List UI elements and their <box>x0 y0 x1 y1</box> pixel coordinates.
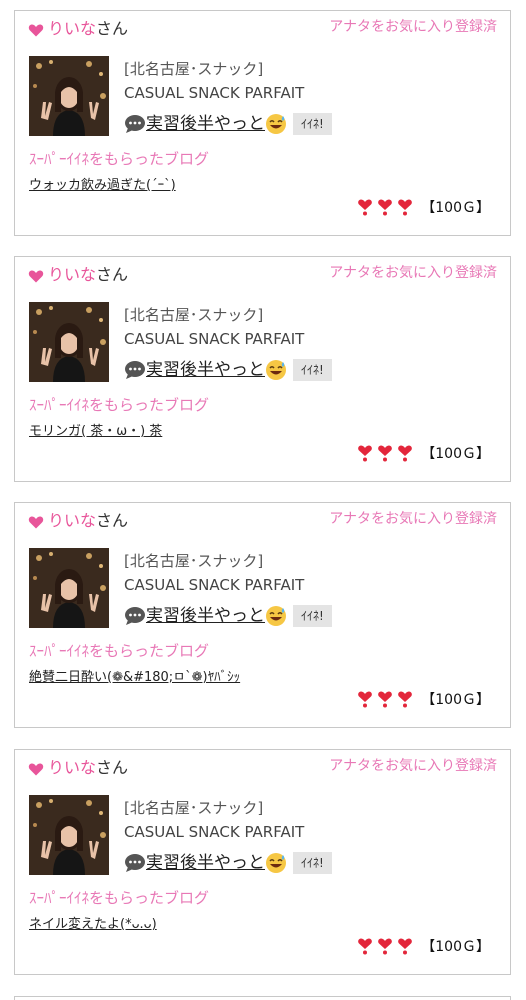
speech-bubble-icon <box>125 607 145 625</box>
sweat-smile-emoji-icon <box>266 853 286 873</box>
super-iine-label: ｽｰﾊﾟｰｲｲﾈをもらったブログ <box>29 396 210 414</box>
list-item: りいなさん アナタをお気に入り登録済 [北名古屋･スナック] CASUAL SN… <box>14 749 511 975</box>
exclamation-heart-icon <box>398 445 413 462</box>
user-name[interactable]: りいな <box>48 511 96 530</box>
heart-icon <box>28 270 44 283</box>
blog-title-link[interactable]: ネイル変えたよ(*ᴗ.ᴗ) <box>29 916 157 934</box>
exclamation-heart-icon <box>398 691 413 708</box>
reward-price: 【100Ｇ】 <box>421 939 490 955</box>
heart-icon <box>28 516 44 529</box>
super-iine-label: ｽｰﾊﾟｰｲｲﾈをもらったブログ <box>29 150 210 168</box>
message-row: 実習後半やっと ｲｲﾈ! <box>124 110 332 138</box>
honorific: さん <box>96 511 129 530</box>
message-row: 実習後半やっと ｲｲﾈ! <box>124 356 332 384</box>
reward-row: 【100Ｇ】 <box>357 197 490 217</box>
heart-icon <box>28 24 44 37</box>
speech-bubble-icon <box>125 115 145 133</box>
sweat-smile-emoji-icon <box>266 606 286 626</box>
message-link[interactable]: 実習後半やっと <box>146 851 265 875</box>
exclamation-heart-icon <box>378 445 393 462</box>
iine-button[interactable]: ｲｲﾈ! <box>293 605 332 627</box>
reward-price: 【100Ｇ】 <box>421 692 490 708</box>
blog-title-link[interactable]: 絶賛二日酔い(❁&#180;ㅁ`❁)ﾔﾊﾞｼｯ <box>29 669 240 687</box>
next-card-edge <box>14 996 511 1000</box>
list-item: りいなさん アナタをお気に入り登録済 [北名古屋･スナック] CASUAL SN… <box>14 10 511 236</box>
avatar-photo <box>29 548 109 628</box>
exclamation-heart-icon <box>378 691 393 708</box>
avatar-photo <box>29 302 109 382</box>
shop-area: [北名古屋･スナック] <box>124 60 264 78</box>
avatar[interactable] <box>29 795 109 875</box>
favorite-status: アナタをお気に入り登録済 <box>329 265 497 281</box>
avatar-photo <box>29 56 109 136</box>
iine-button[interactable]: ｲｲﾈ! <box>293 852 332 874</box>
avatar[interactable] <box>29 302 109 382</box>
reward-row: 【100Ｇ】 <box>357 689 490 709</box>
reward-row: 【100Ｇ】 <box>357 936 490 956</box>
sweat-smile-emoji-icon <box>266 114 286 134</box>
message-link[interactable]: 実習後半やっと <box>146 112 265 136</box>
exclamation-heart-icon <box>378 199 393 216</box>
exclamation-heart-icon <box>358 199 373 216</box>
shop-name: CASUAL SNACK PARFAIT <box>124 823 305 841</box>
message-link[interactable]: 実習後半やっと <box>146 358 265 382</box>
honorific: さん <box>96 758 129 777</box>
exclamation-heart-icon <box>358 445 373 462</box>
user-name-row[interactable]: りいなさん <box>48 18 128 40</box>
message-row: 実習後半やっと ｲｲﾈ! <box>124 602 332 630</box>
heart-icon <box>28 763 44 776</box>
favorite-status: アナタをお気に入り登録済 <box>329 758 497 774</box>
shop-area: [北名古屋･スナック] <box>124 799 264 817</box>
blog-title-link[interactable]: モリンガ( 茶・ω・) 茶 <box>29 423 162 441</box>
super-iine-label: ｽｰﾊﾟｰｲｲﾈをもらったブログ <box>29 889 210 907</box>
speech-bubble-icon <box>125 854 145 872</box>
user-name[interactable]: りいな <box>48 265 96 284</box>
shop-area: [北名古屋･スナック] <box>124 552 264 570</box>
exclamation-heart-icon <box>398 199 413 216</box>
reward-row: 【100Ｇ】 <box>357 443 490 463</box>
user-name[interactable]: りいな <box>48 758 96 777</box>
speech-bubble-icon <box>125 361 145 379</box>
exclamation-heart-icon <box>398 938 413 955</box>
message-link[interactable]: 実習後半やっと <box>146 604 265 628</box>
exclamation-heart-icon <box>378 938 393 955</box>
list-item: りいなさん アナタをお気に入り登録済 [北名古屋･スナック] CASUAL SN… <box>14 256 511 482</box>
iine-button[interactable]: ｲｲﾈ! <box>293 359 332 381</box>
user-name-row[interactable]: りいなさん <box>48 264 128 286</box>
exclamation-heart-icon <box>358 938 373 955</box>
shop-name: CASUAL SNACK PARFAIT <box>124 84 305 102</box>
exclamation-heart-icon <box>358 691 373 708</box>
user-name-row[interactable]: りいなさん <box>48 757 128 779</box>
avatar[interactable] <box>29 548 109 628</box>
reward-price: 【100Ｇ】 <box>421 446 490 462</box>
avatar-photo <box>29 795 109 875</box>
sweat-smile-emoji-icon <box>266 360 286 380</box>
message-row: 実習後半やっと ｲｲﾈ! <box>124 849 332 877</box>
honorific: さん <box>96 19 129 38</box>
iine-button[interactable]: ｲｲﾈ! <box>293 113 332 135</box>
list-item: りいなさん アナタをお気に入り登録済 [北名古屋･スナック] CASUAL SN… <box>14 502 511 728</box>
reward-price: 【100Ｇ】 <box>421 200 490 216</box>
avatar[interactable] <box>29 56 109 136</box>
favorite-status: アナタをお気に入り登録済 <box>329 511 497 527</box>
shop-name: CASUAL SNACK PARFAIT <box>124 576 305 594</box>
blog-title-link[interactable]: ウォッカ飲み過ぎた(´ｰ`) <box>29 177 176 195</box>
shop-area: [北名古屋･スナック] <box>124 306 264 324</box>
honorific: さん <box>96 265 129 284</box>
favorite-status: アナタをお気に入り登録済 <box>329 19 497 35</box>
super-iine-label: ｽｰﾊﾟｰｲｲﾈをもらったブログ <box>29 642 210 660</box>
user-name[interactable]: りいな <box>48 19 96 38</box>
shop-name: CASUAL SNACK PARFAIT <box>124 330 305 348</box>
user-name-row[interactable]: りいなさん <box>48 510 128 532</box>
